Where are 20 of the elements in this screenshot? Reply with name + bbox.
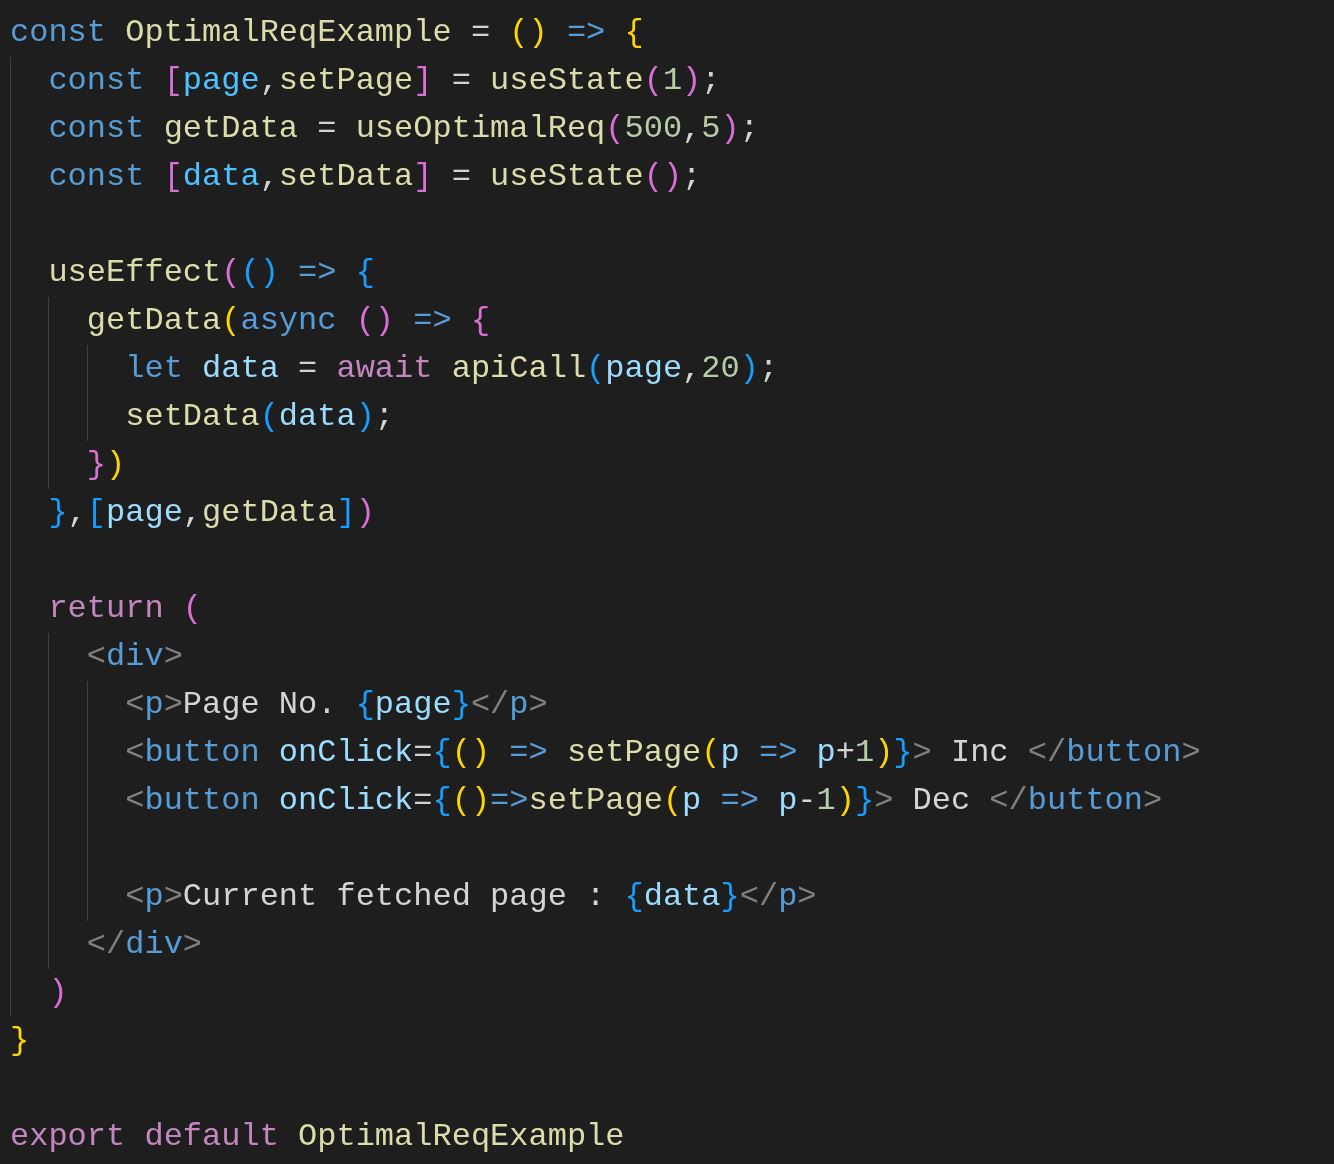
code-line: </div> (86, 925, 203, 965)
code-line: <button onClick={() => setPage(p => p+1)}> Inc </button> (125, 733, 1201, 773)
code-line: <p>Page No. {page}</p> (125, 685, 548, 725)
code-line: const [page,setPage] = useState(1); (48, 61, 721, 101)
code-line: setData(data); (125, 397, 395, 437)
code-line: const OptimalReqExample = () => { (10, 13, 644, 53)
code-line: let data = await apiCall(page,20); (125, 349, 779, 389)
code-line: getData(async () => { (86, 301, 491, 341)
code-line: const getData = useOptimalReq(500,5); (48, 109, 759, 149)
code-line: export default OptimalReqExample (10, 1117, 625, 1157)
code-line: }) (86, 445, 126, 485)
code-line: useEffect(() => { (48, 253, 375, 293)
code-line: <p>Current fetched page : {data}</p> (125, 877, 817, 917)
code-line: return ( (48, 589, 203, 629)
code-line: <div> (86, 637, 183, 677)
code-line: },[page,getData]) (48, 493, 375, 533)
code-line: const [data,setData] = useState(); (48, 157, 702, 197)
code-line: <button onClick={()=>setPage(p => p-1)}> Dec </button> (125, 781, 1163, 821)
code-line: ) (48, 973, 68, 1013)
code-line: } (10, 1021, 30, 1061)
